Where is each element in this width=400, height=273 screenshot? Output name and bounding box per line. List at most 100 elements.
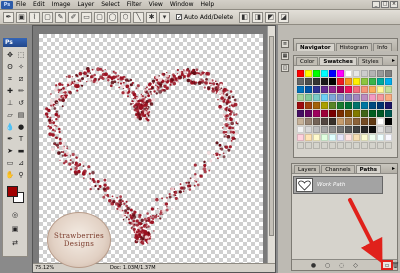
color-swatch[interactable]: [329, 86, 336, 93]
pen-icon[interactable]: ✎: [55, 11, 66, 23]
path-row-work-path[interactable]: Work Path: [293, 176, 383, 194]
color-swatch[interactable]: [361, 94, 368, 101]
color-swatch[interactable]: [385, 70, 392, 77]
color-swatch[interactable]: [369, 78, 376, 85]
scroll-thumb[interactable]: [269, 36, 274, 236]
color-swatch[interactable]: [369, 110, 376, 117]
zoom-tool-icon[interactable]: ⚲: [16, 170, 26, 180]
polygon-icon[interactable]: ⬡: [120, 11, 131, 23]
color-swatch[interactable]: [305, 94, 312, 101]
vertical-scrollbar[interactable]: [267, 26, 275, 266]
color-swatch[interactable]: [369, 94, 376, 101]
color-swatch[interactable]: [329, 102, 336, 109]
color-swatch[interactable]: [305, 126, 312, 133]
jump-to-imageready-icon[interactable]: ⇄: [10, 238, 20, 248]
color-swatch[interactable]: [297, 86, 304, 93]
menu-window[interactable]: Window: [170, 1, 194, 8]
quick-mask-icon[interactable]: ◎: [10, 210, 20, 220]
color-swatch[interactable]: [313, 142, 320, 149]
rectangle-icon[interactable]: ▭: [81, 11, 92, 23]
color-swatch[interactable]: [361, 118, 368, 125]
color-swatch[interactable]: [321, 78, 328, 85]
tab-navigator[interactable]: Navigator: [296, 43, 335, 51]
color-swatch[interactable]: [385, 142, 392, 149]
brush-tool-icon[interactable]: ✏: [16, 86, 26, 96]
color-swatch[interactable]: [321, 118, 328, 125]
color-swatch[interactable]: [369, 86, 376, 93]
color-swatch[interactable]: [377, 102, 384, 109]
line-icon[interactable]: ╲: [133, 11, 144, 23]
color-swatch[interactable]: [361, 102, 368, 109]
color-swatch[interactable]: [313, 118, 320, 125]
menu-select[interactable]: Select: [101, 1, 120, 8]
tab-channels[interactable]: Channels: [321, 165, 355, 173]
color-swatch[interactable]: [313, 78, 320, 85]
menu-image[interactable]: Image: [52, 1, 71, 8]
path-selection-tool-icon[interactable]: ➤: [5, 146, 15, 156]
color-swatch[interactable]: [345, 78, 352, 85]
color-swatch[interactable]: [385, 86, 392, 93]
geometry-options-icon[interactable]: ▾: [159, 11, 170, 23]
freeform-pen-icon[interactable]: ✐: [68, 11, 79, 23]
color-swatch[interactable]: [345, 70, 352, 77]
tab-paths[interactable]: Paths: [355, 165, 382, 173]
color-swatch[interactable]: [353, 94, 360, 101]
dodge-tool-icon[interactable]: ●: [16, 122, 26, 132]
color-swatch[interactable]: [369, 118, 376, 125]
color-swatch[interactable]: [369, 126, 376, 133]
custom-shape-icon[interactable]: ✱: [146, 11, 157, 23]
color-swatch[interactable]: [305, 118, 312, 125]
menu-edit[interactable]: Edit: [33, 1, 45, 8]
color-swatch[interactable]: [313, 110, 320, 117]
color-swatch[interactable]: [329, 126, 336, 133]
color-swatch[interactable]: [305, 86, 312, 93]
screen-mode-icon[interactable]: ▣: [10, 224, 20, 234]
color-swatch[interactable]: [353, 142, 360, 149]
shape-tool-icon[interactable]: ▬: [16, 146, 26, 156]
color-swatch[interactable]: [321, 126, 328, 133]
color-swatch[interactable]: [385, 78, 392, 85]
path-intersect-icon[interactable]: ◩: [265, 11, 277, 23]
color-swatch[interactable]: [353, 110, 360, 117]
color-swatch[interactable]: [305, 70, 312, 77]
layer-comps-icon[interactable]: ◫: [281, 64, 289, 72]
color-swatch[interactable]: [369, 70, 376, 77]
color-swatch[interactable]: [385, 126, 392, 133]
color-swatch[interactable]: [369, 142, 376, 149]
move-tool-icon[interactable]: ✥: [5, 50, 15, 60]
color-swatch[interactable]: [361, 134, 368, 141]
color-swatch[interactable]: [305, 102, 312, 109]
path-add-icon[interactable]: ◧: [239, 11, 251, 23]
color-swatch[interactable]: [329, 78, 336, 85]
delete-path-icon[interactable]: 🗑: [392, 262, 400, 269]
gradient-tool-icon[interactable]: ▤: [16, 110, 26, 120]
color-swatch[interactable]: [321, 134, 328, 141]
pen-tool-preset-icon[interactable]: ✒: [3, 11, 14, 23]
color-swatch[interactable]: [377, 134, 384, 141]
lasso-tool-icon[interactable]: ʘ: [5, 62, 15, 72]
foreground-color-swatch[interactable]: [7, 186, 18, 197]
color-swatch[interactable]: [337, 126, 344, 133]
minimize-icon[interactable]: _: [372, 1, 380, 8]
color-swatch[interactable]: [385, 94, 392, 101]
tab-styles[interactable]: Styles: [357, 57, 383, 65]
color-swatch[interactable]: [305, 78, 312, 85]
ellipse-icon[interactable]: ◯: [107, 11, 118, 23]
color-swatch[interactable]: [377, 118, 384, 125]
menu-filter[interactable]: Filter: [127, 1, 142, 8]
color-swatch[interactable]: [345, 134, 352, 141]
path-exclude-icon[interactable]: ◪: [278, 11, 290, 23]
color-swatch[interactable]: [321, 86, 328, 93]
maximize-icon[interactable]: □: [381, 1, 389, 8]
color-swatch[interactable]: [377, 142, 384, 149]
color-swatch[interactable]: [353, 78, 360, 85]
color-swatch[interactable]: [329, 142, 336, 149]
healing-brush-tool-icon[interactable]: ✚: [5, 86, 15, 96]
color-swatch[interactable]: [361, 110, 368, 117]
color-swatch[interactable]: [305, 134, 312, 141]
blur-tool-icon[interactable]: 💧: [5, 122, 15, 132]
tab-layers[interactable]: Layers: [294, 165, 321, 173]
color-swatch[interactable]: [321, 102, 328, 109]
color-swatch[interactable]: [385, 110, 392, 117]
menu-layer[interactable]: Layer: [77, 1, 94, 8]
